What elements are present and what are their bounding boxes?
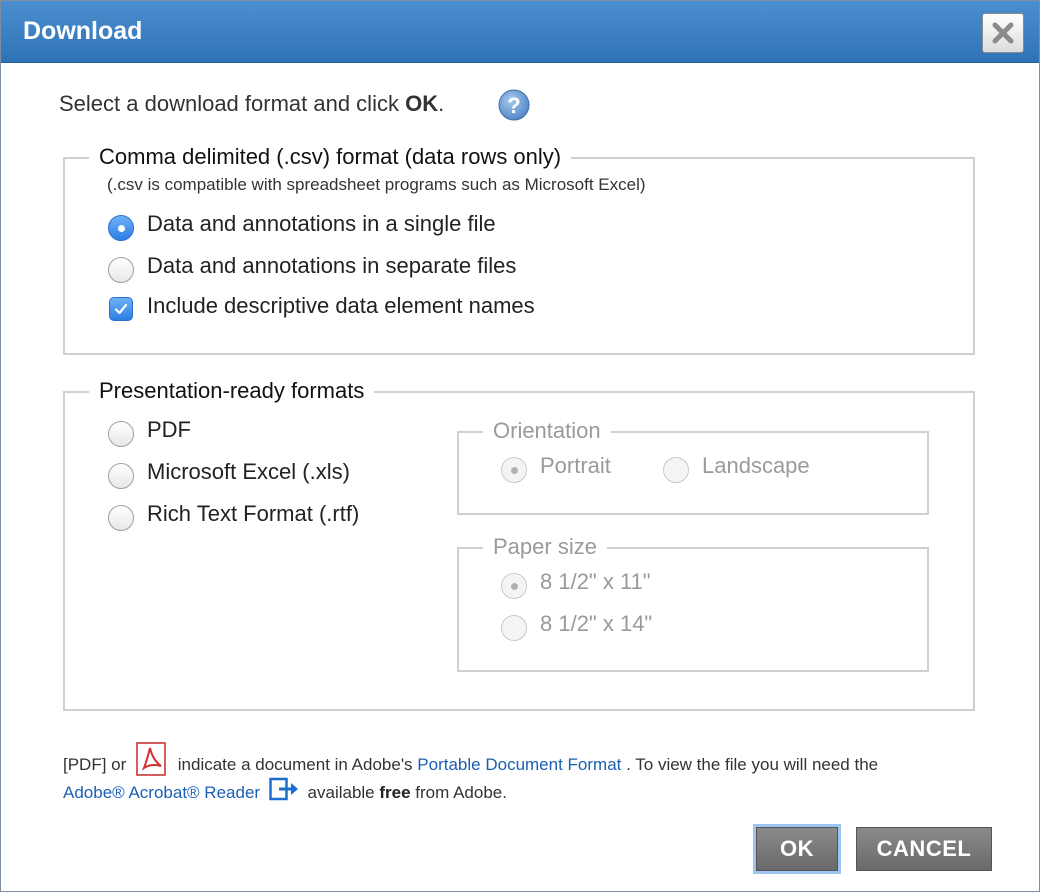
close-x-icon bbox=[992, 22, 1014, 44]
checkmark-icon bbox=[114, 303, 128, 315]
ok-button[interactable]: OK bbox=[756, 827, 838, 871]
download-dialog: Download Select a download format and cl… bbox=[0, 0, 1040, 892]
close-button[interactable] bbox=[982, 13, 1024, 53]
radio-button[interactable] bbox=[501, 457, 527, 483]
checkbox-descriptive-names[interactable]: Include descriptive data element names bbox=[108, 291, 535, 321]
radio-portrait[interactable]: Portrait bbox=[501, 449, 611, 483]
external-link-icon[interactable] bbox=[269, 777, 299, 801]
radio-button[interactable] bbox=[108, 215, 134, 241]
intro-text: Select a download format and click OK. bbox=[59, 91, 445, 116]
radio-rtf[interactable]: Rich Text Format (.rtf) bbox=[108, 497, 359, 531]
footer-line-1: [PDF] or indicate a document in Adobe's … bbox=[63, 742, 878, 776]
radio-button[interactable] bbox=[108, 257, 134, 283]
paper-size-legend: Paper size bbox=[483, 534, 607, 560]
radio-letter[interactable]: 8 1/2" x 11" bbox=[501, 565, 651, 599]
svg-text:?: ? bbox=[507, 93, 520, 118]
pdf-file-icon bbox=[136, 742, 166, 776]
csv-compat-note: (.csv is compatible with spreadsheet pro… bbox=[107, 175, 646, 194]
checkbox[interactable] bbox=[109, 297, 133, 321]
csv-format-legend: Comma delimited (.csv) format (data rows… bbox=[89, 144, 572, 170]
orientation-legend: Orientation bbox=[483, 418, 611, 444]
presentation-format-legend: Presentation-ready formats bbox=[89, 378, 375, 404]
radio-button[interactable] bbox=[501, 615, 527, 641]
radio-button[interactable] bbox=[108, 505, 134, 531]
radio-button[interactable] bbox=[663, 457, 689, 483]
radio-excel[interactable]: Microsoft Excel (.xls) bbox=[108, 455, 350, 489]
help-question-icon[interactable]: ? bbox=[497, 88, 531, 122]
radio-button[interactable] bbox=[501, 573, 527, 599]
dialog-title: Download bbox=[23, 17, 143, 45]
cancel-button[interactable]: CANCEL bbox=[856, 827, 992, 871]
radio-landscape[interactable]: Landscape bbox=[663, 449, 810, 483]
radio-single-file[interactable]: Data and annotations in a single file bbox=[108, 207, 496, 241]
radio-button[interactable] bbox=[108, 463, 134, 489]
footer-line-2: Adobe® Acrobat® Reader available free fr… bbox=[63, 777, 507, 803]
radio-legal[interactable]: 8 1/2" x 14" bbox=[501, 607, 652, 641]
acrobat-reader-link[interactable]: Adobe® Acrobat® Reader bbox=[63, 783, 260, 802]
dialog-titlebar: Download bbox=[1, 1, 1039, 63]
radio-separate-files[interactable]: Data and annotations in separate files bbox=[108, 249, 516, 283]
radio-button[interactable] bbox=[108, 421, 134, 447]
pdf-format-link[interactable]: Portable Document Format bbox=[417, 755, 621, 774]
radio-pdf[interactable]: PDF bbox=[108, 413, 191, 447]
